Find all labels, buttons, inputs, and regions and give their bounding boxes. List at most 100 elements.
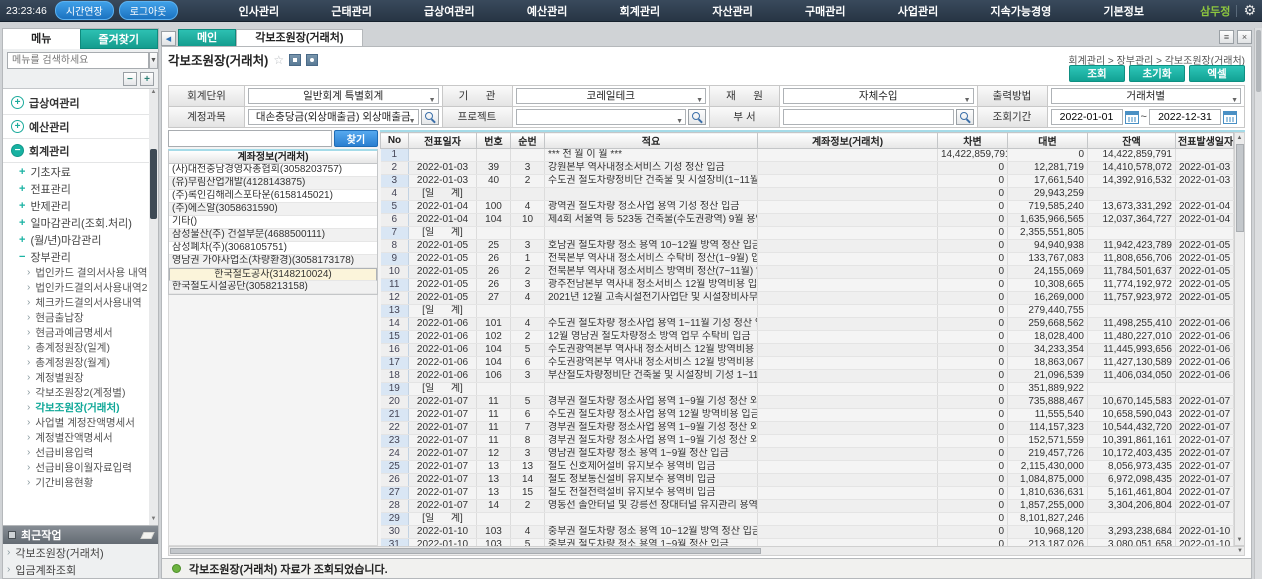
period-from-input[interactable] [1051,109,1123,125]
sidebar-item[interactable]: ›기간비용현황 [3,475,158,490]
refresh-icon[interactable] [289,54,301,66]
table-row[interactable]: 232022-01-07118경부권 철도차량 청소사업 용역 1~9월 기성 … [381,435,1234,448]
clear-recent-icon[interactable] [140,532,154,539]
table-row[interactable]: 242022-01-07123영남권 철도차량 청소 용역 1~9월 정산 입금… [381,448,1234,461]
sidebar-item[interactable]: +급상여관리 [3,91,158,115]
sidebar-item[interactable]: ›각보조원장(거래처) [3,400,158,415]
extend-session-button[interactable]: 시간연장 [55,1,114,20]
column-header[interactable]: 차변 [938,133,1008,149]
expand-icon[interactable]: + [19,200,25,212]
department-input[interactable] [783,109,954,125]
table-row[interactable]: 32022-01-03402수도권 철도차량정비단 건축물 및 시설장비(1~1… [381,175,1234,188]
scroll-up-icon[interactable]: ▲ [1235,133,1244,143]
topbar-menu-item[interactable]: 사업관리 [898,3,938,19]
scrollbar-thumb[interactable] [1236,144,1244,232]
account-list-item[interactable]: 영남권 가야사업소(차량환경)(3058173178) [169,255,377,268]
tab-current-page[interactable]: 각보조원장(거래처) [236,29,362,46]
sidebar-item[interactable]: +전표관리 [3,180,158,197]
sidebar-item[interactable]: ›법인카드 결의서사용 내역 [3,265,158,280]
column-header[interactable]: 순번 [511,133,545,149]
sidebar-item[interactable]: ›체크카드결의서사용내역 [3,295,158,310]
sidebar-item[interactable]: ›사업별 계정잔액명세서 [3,415,158,430]
table-row[interactable]: 252022-01-071313철도 신호제어설비 유지보수 용역비 입금02,… [381,461,1234,474]
account-list-item[interactable]: (주)록인김해레스포타운(6158145021) [169,190,377,203]
logout-button[interactable]: 로그아웃 [119,1,178,20]
table-row[interactable]: 102022-01-05262전북본부 역사내 청소서비스 방역비 정산(7~1… [381,266,1234,279]
column-header[interactable]: No [381,133,409,149]
table-row[interactable]: 92022-01-05261전북본부 역사내 청소서비스 수탁비 정산(1~9월… [381,253,1234,266]
horizontal-scrollbar[interactable]: ▼ [168,546,1245,556]
sidebar-item[interactable]: +일마감관리(조회.처리) [3,214,158,231]
collapse-all-button[interactable]: − [123,72,137,86]
expand-icon[interactable]: + [19,183,25,195]
topbar-menu-item[interactable]: 회계관리 [620,3,660,19]
table-row[interactable]: 212022-01-07116수도권 철도차량 청소사업 용역 12월 방역비용… [381,409,1234,422]
scrollbar-thumb[interactable] [150,149,157,219]
sidebar-item[interactable]: +반제관리 [3,197,158,214]
topbar-menu-item[interactable]: 기본정보 [1103,3,1143,19]
table-row[interactable]: 172022-01-061046수도권광역본부 역사내 청소서비스 12월 방역… [381,357,1234,370]
search-dropdown-icon[interactable]: ▼ [149,52,158,69]
expand-icon[interactable]: + [19,217,25,229]
project-select[interactable]: ▼ [516,109,687,125]
table-row[interactable]: 182022-01-061063부산철도차량정비단 건축물 및 시설장비 기성 … [381,370,1234,383]
sidebar-item[interactable]: ›현금출납장 [3,310,158,325]
sidebar-item[interactable]: +(월/년)마감관리 [3,231,158,248]
table-row[interactable]: 262022-01-071314철도 정보통신설비 유지보수 용역비 입금01,… [381,474,1234,487]
topbar-menu-item[interactable]: 구매관리 [805,3,845,19]
sidebar-item[interactable]: −장부관리 [3,248,158,265]
expand-icon[interactable]: + [19,234,25,246]
table-row[interactable]: 7[일 계]02,355,551,805 [381,227,1234,240]
department-search-icon[interactable] [956,109,974,125]
recent-item[interactable]: ›입금계좌조회 [3,561,158,578]
expand-icon[interactable]: + [19,166,25,178]
topbar-menu-item[interactable]: 자산관리 [712,3,752,19]
table-row[interactable]: 312022-01-101035중부권 철도차량 청소 용역 1~9월 정산 입… [381,539,1234,547]
table-row[interactable]: 82022-01-05253호남권 철도차량 청소 용역 10~12월 방역 정… [381,240,1234,253]
accounting-unit-select[interactable]: 일반회계 특별회계▼ [248,88,439,104]
scroll-down-icon[interactable]: ▼ [1235,535,1244,545]
table-row[interactable]: 1*** 전 월 이 월 ***14,422,859,791014,422,85… [381,149,1234,162]
sidebar-item[interactable]: ›각보조원장2(계정별) [3,385,158,400]
account-subject-select[interactable]: 대손충당금(외상매출금) 외상매출금▼ [248,109,419,125]
close-tab-icon[interactable]: × [1237,30,1252,44]
column-header[interactable]: 번호 [477,133,511,149]
sidebar-item[interactable]: ›현금과예금명세서 [3,325,158,340]
column-header[interactable]: 계좌정보(거래처) [758,133,938,149]
sidebar-item[interactable]: ›선급비용입력 [3,445,158,460]
recent-item[interactable]: ›각보조원장(거래처) [3,544,158,561]
account-list-item[interactable]: 한국철도시설공단(3058213158) [169,281,377,294]
sidebar-item[interactable]: ›법인카드결의서사용내역2 [3,280,158,295]
expand-circle-icon[interactable]: + [11,120,24,133]
topbar-menu-item[interactable]: 예산관리 [527,3,567,19]
excel-button[interactable]: 엑셀 [1189,65,1245,82]
table-row[interactable]: 162022-01-061045수도권광역본부 역사내 청소서비스 12월 방역… [381,344,1234,357]
calendar-icon[interactable] [1125,111,1139,124]
find-button[interactable]: 찾기 [334,130,378,147]
table-row[interactable]: 122022-01-052742021년 12월 고속시설전기사업단 및 시설장… [381,292,1234,305]
account-search-icon[interactable] [421,109,439,125]
help-icon[interactable] [306,54,318,66]
search-button[interactable]: 조회 [1069,65,1125,82]
scroll-down-icon[interactable]: ▼ [1237,548,1243,554]
table-row[interactable]: 13[일 계]0279,440,755 [381,305,1234,318]
column-header[interactable]: 대변 [1008,133,1088,149]
tab-scroll-left-icon[interactable]: ◀ [161,31,176,46]
expand-all-button[interactable]: + [140,72,154,86]
table-row[interactable]: 22022-01-03393강원본부 역사내청소서비스 기성 정산 입금012,… [381,162,1234,175]
menu-search-input[interactable] [7,52,149,69]
table-row[interactable]: 152022-01-06102212월 영남권 철도차량청소 방역 업무 수탁비… [381,331,1234,344]
table-row[interactable]: 222022-01-07117경부권 철도차량 청소사업 용역 1~9월 기성 … [381,422,1234,435]
period-to-input[interactable] [1149,109,1221,125]
table-row[interactable]: 29[일 계]08,101,827,246 [381,513,1234,526]
calendar-icon[interactable] [1223,111,1237,124]
tab-main[interactable]: 메인 [178,29,236,46]
sidebar-item[interactable]: ›총계정원장(월계) [3,355,158,370]
account-list-item[interactable]: 한국철도공사(3148210024) [169,268,377,281]
sidebar-item[interactable]: ›계정별잔액명세서 [3,430,158,445]
project-search-icon[interactable] [688,109,706,125]
topbar-menu-item[interactable]: 지속가능경영 [990,3,1051,19]
scrollbar-thumb[interactable] [1256,30,1261,92]
reset-button[interactable]: 초기화 [1129,65,1185,82]
tree-scrollbar[interactable]: ▲ ▼ [149,89,158,525]
